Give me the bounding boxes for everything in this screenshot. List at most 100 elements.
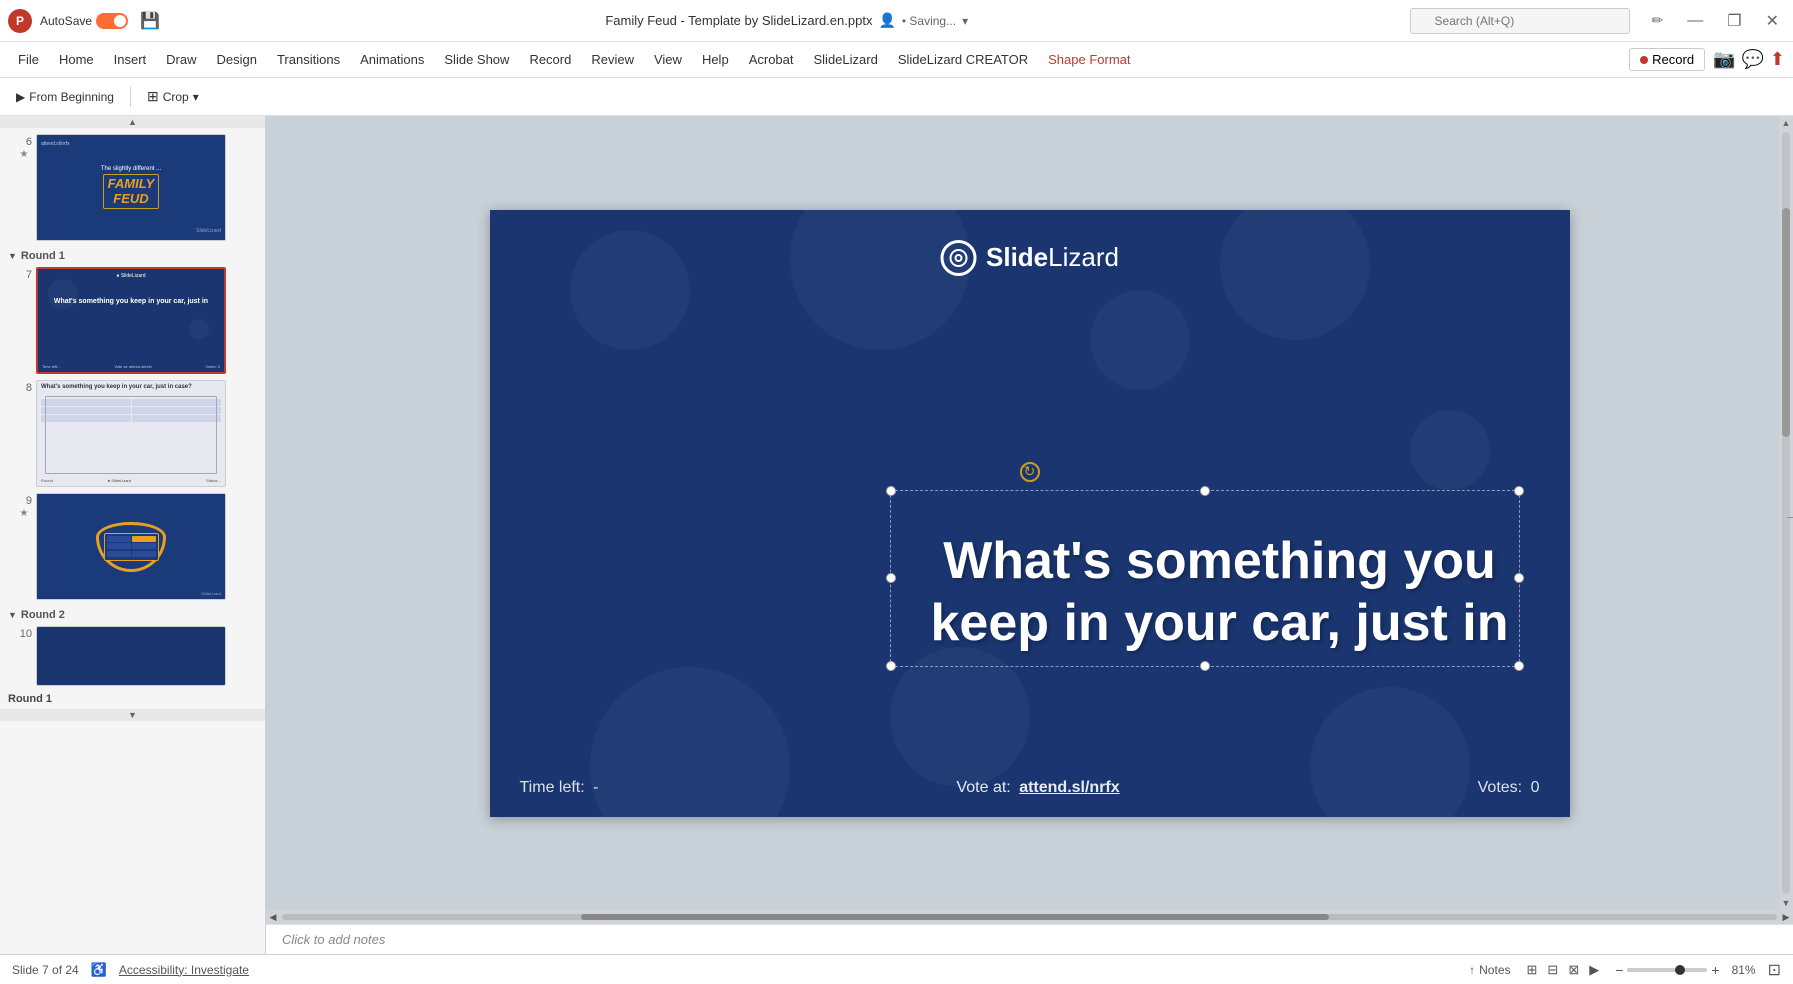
menu-acrobat[interactable]: Acrobat (739, 48, 804, 71)
notes-icon: ↑ (1469, 963, 1475, 977)
menu-record[interactable]: Record (519, 48, 581, 71)
notes-placeholder: Click to add notes (282, 932, 385, 947)
handle-br[interactable] (1514, 661, 1524, 671)
slide-item-9[interactable]: 9 ★ SlideL (0, 490, 265, 603)
handle-tl[interactable] (886, 486, 896, 496)
slide-thumb-8[interactable]: What's something you keep in your car, j… (36, 380, 226, 487)
slide-item-10[interactable]: 10 (0, 623, 265, 689)
slide-item-7[interactable]: 7 ● SlideLizard What's something you kee… (0, 264, 265, 377)
saving-dropdown[interactable]: ▾ (962, 14, 968, 28)
hscroll-right[interactable]: ▶ (1779, 910, 1793, 924)
handle-mr[interactable] (1514, 573, 1524, 583)
menu-slidelizard-creator[interactable]: SlideLizard CREATOR (888, 48, 1038, 71)
view-grid[interactable]: ⊟ (1543, 960, 1562, 980)
vscroll-thumb[interactable] (1782, 208, 1790, 437)
save-icon[interactable]: 💾 (136, 9, 164, 33)
slide-item-8[interactable]: 8 What's something you keep in your car,… (0, 377, 265, 490)
hscroll-thumb[interactable] (581, 914, 1329, 920)
handle-tr[interactable] (1514, 486, 1524, 496)
notes-label: Notes (1479, 963, 1510, 977)
menu-help[interactable]: Help (692, 48, 739, 71)
canvas-hscrollbar: ◀ ▶ (266, 910, 1793, 924)
hscroll-left[interactable]: ◀ (266, 910, 280, 924)
slide-thumb-7[interactable]: ● SlideLizard What's something you keep … (36, 267, 226, 374)
time-left-value: - (593, 779, 598, 796)
panel-scroll-down[interactable]: ▼ (0, 709, 265, 721)
menu-slideshow[interactable]: Slide Show (434, 48, 519, 71)
vscroll-up[interactable]: ▲ (1779, 116, 1793, 130)
round2-header[interactable]: ▼ Round 2 (0, 603, 265, 623)
filename: Family Feud - Template by SlideLizard.en… (605, 13, 872, 28)
round1-label: Round 1 (21, 250, 65, 262)
from-beginning-button[interactable]: ▶ From Beginning (8, 86, 122, 108)
zoom-slider[interactable] (1627, 968, 1707, 972)
record-button[interactable]: Record (1629, 48, 1705, 71)
slide-footer: Time left: - Vote at: attend.sl/nrfx Vot… (490, 779, 1570, 797)
filename-area: Family Feud - Template by SlideLizard.en… (172, 12, 1402, 29)
zoom-control: − + 81% (1615, 962, 1755, 978)
fit-button[interactable]: ⊡ (1768, 960, 1781, 980)
menu-shape-format[interactable]: Shape Format (1038, 48, 1140, 71)
autosave-label: AutoSave (40, 14, 92, 28)
menu-icon-3[interactable]: ⬆ (1770, 49, 1785, 70)
view-buttons: ⊞ ⊟ ⊠ ▶ (1523, 960, 1604, 980)
close-button[interactable]: ✕ (1760, 9, 1785, 33)
menu-icon-2[interactable]: 💬 (1741, 49, 1763, 70)
crop-button[interactable]: ⊞ Crop ▾ (139, 84, 207, 109)
search-input[interactable] (1410, 8, 1630, 34)
rotate-handle[interactable]: ↻ (1020, 462, 1040, 482)
logo-bold: Slide (986, 242, 1048, 272)
round1-header[interactable]: ▼ Round 1 (0, 244, 265, 264)
round2-label: Round 2 (21, 609, 65, 621)
minimize-button[interactable]: — (1681, 10, 1709, 32)
question-text[interactable]: What's something you keep in your car, j… (930, 530, 1510, 655)
handle-bl[interactable] (886, 661, 896, 671)
menu-file[interactable]: File (8, 48, 49, 71)
menu-slidelizard[interactable]: SlideLizard (804, 48, 888, 71)
menu-transitions[interactable]: Transitions (267, 48, 350, 71)
accessibility-label[interactable]: Accessibility: Investigate (119, 963, 249, 977)
slide-logo-text: SlideLizard (986, 242, 1119, 273)
slide-thumb-9[interactable]: SlideLizard (36, 493, 226, 600)
menu-bar: File Home Insert Draw Design Transitions… (0, 42, 1793, 78)
menu-animations[interactable]: Animations (350, 48, 434, 71)
restore-button[interactable]: ❐ (1721, 9, 1747, 33)
slide-thumb-6[interactable]: attend.sl/nrfx The slightly different ..… (36, 134, 226, 241)
vote-url: attend.sl/nrfx (1019, 779, 1119, 796)
handle-bm[interactable] (1200, 661, 1210, 671)
notes-button[interactable]: ↑ Notes (1469, 963, 1510, 977)
menu-home[interactable]: Home (49, 48, 104, 71)
zoom-thumb[interactable] (1675, 965, 1685, 975)
slide-info: Slide 7 of 24 (12, 963, 79, 977)
vscroll-down[interactable]: ▼ (1779, 896, 1793, 910)
menu-design[interactable]: Design (207, 48, 267, 71)
handle-tm[interactable] (1200, 486, 1210, 496)
menu-draw[interactable]: Draw (156, 48, 206, 71)
slide-number-8: 8 (16, 380, 32, 394)
pen-icon[interactable]: ✏ (1646, 10, 1670, 31)
slide-star-9: ★ (20, 508, 29, 519)
menu-review[interactable]: Review (581, 48, 644, 71)
view-reading[interactable]: ⊠ (1564, 960, 1583, 980)
zoom-in[interactable]: + (1711, 962, 1719, 978)
menu-view[interactable]: View (644, 48, 692, 71)
toolbar: ▶ From Beginning ⊞ Crop ▾ (0, 78, 1793, 116)
slide-thumb-10[interactable] (36, 626, 226, 686)
autosave-toggle[interactable] (96, 13, 128, 29)
vscroll-center-btn[interactable]: ─ (1787, 513, 1793, 522)
canvas-vscrollbar[interactable]: ▲ ▼ ─ (1779, 116, 1793, 910)
view-normal[interactable]: ⊞ (1523, 960, 1542, 980)
main-area: ▲ 6 ★ attend.sl/nrfx The slightly differ… (0, 116, 1793, 954)
slide-canvas[interactable]: SlideLizard ↻ (490, 210, 1570, 817)
slide-item-6[interactable]: 6 ★ attend.sl/nrfx The slightly differen… (0, 128, 265, 244)
notes-area[interactable]: Click to add notes (266, 924, 1793, 954)
time-left-label: Time left: (520, 779, 585, 796)
zoom-out[interactable]: − (1615, 962, 1623, 978)
view-slide[interactable]: ▶ (1585, 960, 1603, 980)
menu-insert[interactable]: Insert (104, 48, 157, 71)
menu-icon-1[interactable]: 📷 (1713, 49, 1735, 70)
handle-ml[interactable] (886, 573, 896, 583)
time-left: Time left: - (520, 779, 599, 797)
saving-label: • Saving... (902, 14, 956, 28)
panel-scroll-up[interactable]: ▲ (0, 116, 265, 128)
